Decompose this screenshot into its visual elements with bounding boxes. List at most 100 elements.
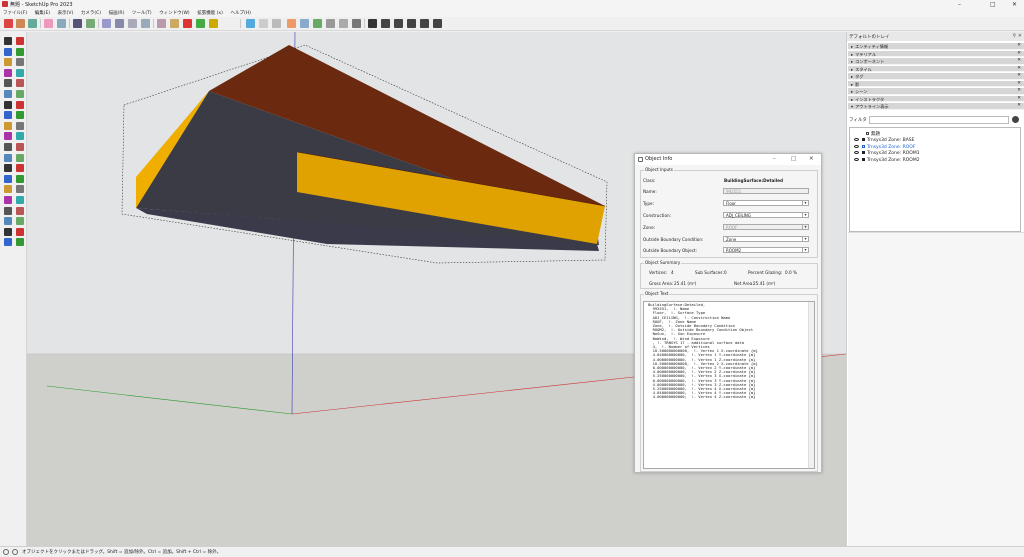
panel-scenes[interactable]: ▸ シーン ✕ — [848, 88, 1024, 95]
sandbox-icon[interactable] — [4, 227, 12, 236]
back-view-icon[interactable] — [339, 19, 348, 28]
protractor-icon[interactable] — [16, 143, 24, 151]
pie-icon[interactable] — [4, 100, 12, 109]
axes-icon[interactable] — [16, 153, 24, 162]
filter-input[interactable] — [869, 116, 1009, 124]
panel-shadows[interactable]: ▸ 影 ✕ — [848, 80, 1024, 87]
trnsys-save-icon[interactable] — [28, 19, 37, 28]
window-icon[interactable] — [73, 19, 82, 28]
minimize-button[interactable]: – — [958, 1, 961, 8]
tray-close-icon[interactable]: ⚲ ✕ — [1013, 33, 1022, 39]
3d-text-icon[interactable] — [4, 164, 12, 173]
next-icon[interactable] — [420, 19, 429, 28]
obo-select[interactable]: ROOM2 ▾ — [723, 247, 809, 253]
pan-icon[interactable] — [16, 174, 24, 183]
drape-icon[interactable] — [16, 238, 24, 247]
forward-icon[interactable] — [407, 19, 416, 28]
panel-tags[interactable]: ▸ タグ ✕ — [848, 73, 1024, 80]
menu-file[interactable]: ファイル(F) — [0, 9, 30, 17]
shaded-icon[interactable] — [272, 19, 281, 28]
push-pull-icon[interactable] — [16, 100, 24, 109]
menu-camera[interactable]: カメラ(C) — [78, 9, 104, 17]
eye-icon[interactable] — [16, 217, 24, 226]
menu-edit[interactable]: 編集(E) — [32, 9, 53, 17]
rotate-icon[interactable] — [4, 121, 12, 130]
zone-select[interactable]: ROOF ▾ — [723, 224, 809, 230]
front-view-icon[interactable] — [313, 19, 322, 28]
rectangle-icon[interactable] — [16, 68, 24, 77]
prev-icon[interactable] — [381, 19, 390, 28]
menu-view[interactable]: 表示(V) — [55, 9, 77, 17]
menu-draw[interactable]: 描画(R) — [106, 9, 128, 17]
trnsys-new-icon[interactable] — [4, 19, 13, 28]
dialog-maximize-button[interactable]: □ — [791, 156, 796, 162]
camera-front-icon[interactable] — [128, 19, 137, 28]
obc-select[interactable]: Zone ▾ — [723, 236, 809, 242]
zoom-icon[interactable] — [4, 185, 12, 194]
home-icon[interactable] — [287, 19, 296, 28]
left-view-icon[interactable] — [352, 19, 361, 28]
orbit-icon[interactable] — [4, 174, 12, 183]
dialog-minimize-button[interactable]: – — [773, 156, 776, 162]
prev-view-icon[interactable] — [16, 196, 24, 204]
menu-tools[interactable]: ツール(T) — [129, 9, 155, 17]
camera-top-icon[interactable] — [115, 19, 124, 28]
polygon-icon[interactable] — [4, 90, 12, 98]
eraser-icon[interactable] — [16, 47, 24, 56]
line-icon[interactable] — [16, 58, 24, 67]
type-select[interactable]: Floor ▾ — [723, 200, 809, 206]
panel-outliner[interactable]: ▾ アウトライン表示 ✕ — [848, 103, 1024, 110]
construction-select[interactable]: ADJ_CEILING ▾ — [723, 212, 809, 218]
info-icon[interactable] — [3, 549, 9, 555]
zone-icon[interactable] — [44, 19, 53, 28]
filter-options-icon[interactable] — [1012, 116, 1019, 123]
panel-materials[interactable]: ▸ マテリアル ✕ — [848, 50, 1024, 57]
stamp-icon[interactable] — [4, 238, 12, 247]
dialog-close-button[interactable]: ✕ — [809, 156, 814, 162]
wireframe-icon[interactable] — [170, 19, 179, 28]
walk-icon[interactable] — [16, 206, 24, 215]
right-view-icon[interactable] — [326, 19, 335, 28]
paint-icon[interactable] — [4, 47, 12, 56]
panel-instructor[interactable]: ▸ インストラクタ ✕ — [848, 95, 1024, 102]
circle-icon[interactable] — [16, 79, 24, 88]
outliner-item-base[interactable]: Trnsys3d Zone: BASE — [854, 138, 914, 143]
panel-entity-info[interactable]: ▸ エンティティ情報 ✕ — [848, 43, 1024, 50]
panel-styles[interactable]: ▸ スタイル ✕ — [848, 65, 1024, 72]
scale-icon[interactable] — [16, 121, 24, 130]
text-icon[interactable] — [4, 153, 12, 162]
rewind-icon[interactable] — [394, 19, 403, 28]
hidden-line-icon[interactable] — [259, 19, 268, 28]
camera-right-icon[interactable] — [141, 19, 150, 28]
maximize-button[interactable]: □ — [990, 1, 996, 8]
surface-icon[interactable] — [57, 19, 66, 28]
menu-window[interactable]: ウィンドウ(W) — [156, 9, 192, 17]
menu-help[interactable]: ヘルプ(H) — [227, 9, 253, 17]
select-icon[interactable] — [4, 37, 12, 45]
last-icon[interactable] — [433, 19, 442, 28]
freehand-icon[interactable] — [4, 68, 12, 77]
outliner-item-room1[interactable]: Trnsys3d Zone: ROOM1 — [854, 151, 920, 156]
trnsys-open-icon[interactable] — [16, 19, 25, 28]
shading-icon[interactable] — [86, 19, 95, 28]
dimension-icon[interactable] — [4, 143, 12, 151]
name-field[interactable]: 992551 — [723, 188, 809, 194]
arc-icon[interactable] — [16, 90, 24, 98]
xray-icon[interactable] — [157, 19, 166, 28]
menu-extensions[interactable]: 拡張機能 (x) — [194, 9, 226, 17]
close-button[interactable]: ✕ — [1012, 1, 1017, 8]
zoom-extents-icon[interactable] — [4, 196, 12, 204]
look-around-icon[interactable] — [4, 217, 12, 226]
user-icon[interactable] — [12, 549, 18, 555]
component-icon[interactable] — [16, 37, 24, 45]
outliner-root[interactable]: 無題 — [866, 131, 880, 137]
top-view-icon[interactable] — [300, 19, 309, 28]
outliner-item-room2[interactable]: Trnsys3d Zone: ROOM2 — [854, 157, 920, 163]
position-camera-icon[interactable] — [4, 206, 12, 215]
tape-measure-icon[interactable] — [16, 132, 24, 141]
section-plane-icon[interactable] — [16, 164, 24, 173]
sphere-icon[interactable] — [196, 19, 205, 28]
object-text-area[interactable]: BuildingSurface:Detailed, 992551, !- Nam… — [643, 301, 815, 469]
iso-view-icon[interactable] — [246, 19, 255, 28]
move-icon[interactable] — [16, 111, 24, 120]
